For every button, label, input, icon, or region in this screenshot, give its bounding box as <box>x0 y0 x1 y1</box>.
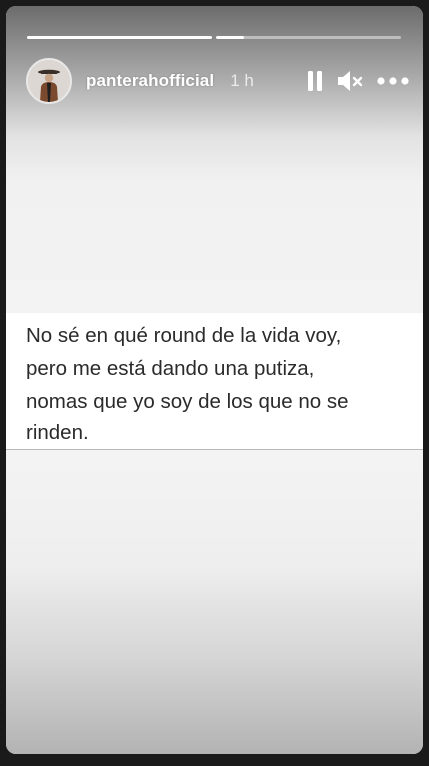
quote-line-3: nomas que yo soy de los que no se <box>26 390 349 413</box>
progress-fill-2 <box>216 36 244 39</box>
more-options-button[interactable] <box>377 77 409 85</box>
story-header: panterahofficial 1 h <box>26 56 409 106</box>
story-controls <box>307 70 409 92</box>
avatar[interactable] <box>26 58 72 104</box>
pause-button[interactable] <box>307 70 323 92</box>
quote-line-2: pero me está dando una putiza, <box>26 357 315 380</box>
pause-icon <box>308 71 322 91</box>
more-options-icon <box>377 77 409 85</box>
profile-avatar-icon <box>28 60 70 102</box>
timestamp: 1 h <box>230 71 254 90</box>
username[interactable]: panterahofficial <box>86 71 214 91</box>
quote-line-1: No sé en qué round de la vida voy, <box>26 324 342 347</box>
mute-icon <box>338 71 363 91</box>
progress-fill-1 <box>27 36 212 39</box>
progress-segment-1 <box>27 36 212 39</box>
story-viewer[interactable]: panterahofficial 1 h No sé en qué round … <box>6 6 423 754</box>
story-progress-bar <box>27 36 401 39</box>
quote-line-4: rinden. <box>26 421 89 444</box>
progress-segment-2 <box>216 36 401 39</box>
mute-button[interactable] <box>337 70 363 92</box>
quote-card: No sé en qué round de la vida voy, pero … <box>6 313 423 450</box>
